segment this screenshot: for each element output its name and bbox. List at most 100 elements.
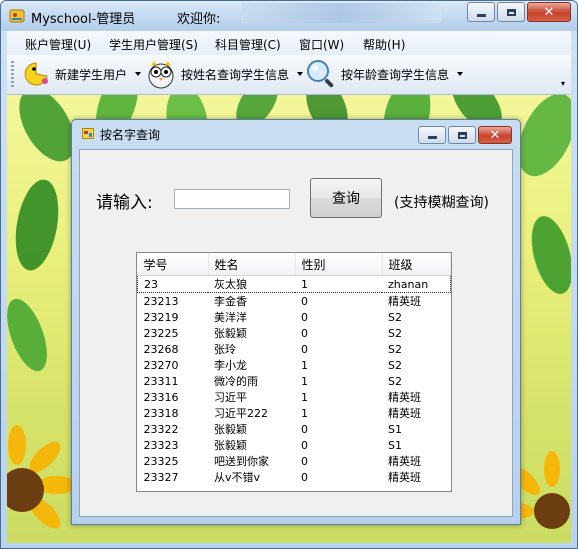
title-bar[interactable]: Myschool-管理员 欢迎你: ✕ <box>1 1 577 31</box>
cell-class[interactable]: 精英班 <box>382 389 451 405</box>
cell-id[interactable]: 23213 <box>138 293 209 310</box>
owl-icon <box>148 61 174 89</box>
column-header-class[interactable]: 班级 <box>382 253 451 276</box>
table-row[interactable]: 23270 李小龙 1 S2 <box>138 357 451 373</box>
cell-gender[interactable]: 1 <box>295 357 382 373</box>
cell-class[interactable]: zhanan <box>382 275 451 293</box>
table-body: 23 灰太狼 1 zhanan 23213 李金香 0 精英班 23219 美洋洋 0 S2 23225… <box>137 275 451 486</box>
dialog-maximize-button[interactable] <box>448 126 476 144</box>
cell-class[interactable]: 精英班 <box>382 453 451 469</box>
cell-id[interactable]: 23318 <box>138 405 209 421</box>
menu-student[interactable]: 学生用户管理(S) <box>109 36 198 53</box>
dialog-window-controls: ✕ <box>418 126 512 144</box>
cell-id[interactable]: 23311 <box>138 373 209 389</box>
cell-gender[interactable]: 1 <box>295 373 382 389</box>
cell-id[interactable]: 23322 <box>138 421 209 437</box>
close-button[interactable]: ✕ <box>527 2 571 22</box>
cell-gender[interactable]: 0 <box>295 421 382 437</box>
cell-id[interactable]: 23323 <box>138 437 209 453</box>
cell-class[interactable]: 精英班 <box>382 405 451 421</box>
cell-name[interactable]: 张毅颖 <box>208 437 295 453</box>
dialog-title: 按名字查询 <box>100 128 161 142</box>
cell-gender[interactable]: 0 <box>295 309 382 325</box>
column-header-id[interactable]: 学号 <box>137 253 209 276</box>
toolbar-grip[interactable] <box>11 61 14 89</box>
cell-name[interactable]: 微冷的雨 <box>208 373 295 389</box>
minimize-button[interactable] <box>467 2 495 22</box>
cell-id[interactable]: 23270 <box>138 357 209 373</box>
cell-id[interactable]: 23316 <box>138 389 209 405</box>
cell-id[interactable]: 23327 <box>138 469 209 485</box>
cell-name[interactable]: 张毅颖 <box>208 325 295 341</box>
cell-name[interactable]: 张玲 <box>208 341 295 357</box>
column-header-gender[interactable]: 性别 <box>295 253 383 276</box>
dialog-close-button[interactable]: ✕ <box>478 126 512 144</box>
cell-name[interactable]: 李金香 <box>208 293 295 310</box>
toolbar-overflow-icon[interactable]: ▾ <box>561 79 569 91</box>
cell-class[interactable]: S2 <box>382 309 451 325</box>
cell-class[interactable]: S1 <box>382 421 451 437</box>
search-by-age-button[interactable]: 按年龄查询学生信息 <box>305 59 464 89</box>
maximize-button[interactable] <box>497 2 525 22</box>
cell-gender[interactable]: 1 <box>295 275 382 293</box>
cell-gender[interactable]: 0 <box>295 293 382 310</box>
cell-class[interactable]: 精英班 <box>382 293 451 310</box>
cell-class[interactable]: S2 <box>382 341 451 357</box>
name-input[interactable] <box>174 189 290 209</box>
cell-name[interactable]: 从v不错v <box>208 469 295 485</box>
table-row[interactable]: 23322 张毅颖 0 S1 <box>138 421 451 437</box>
dialog-minimize-button[interactable] <box>418 126 446 144</box>
table-row[interactable]: 23327 从v不错v 0 精英班 <box>138 469 451 485</box>
cell-gender[interactable]: 0 <box>295 437 382 453</box>
new-student-button[interactable]: 新建学生用户 <box>21 59 142 89</box>
dropdown-arrow-icon[interactable] <box>297 72 304 76</box>
menu-account[interactable]: 账户管理(U) <box>25 36 91 53</box>
cell-name[interactable]: 张毅颖 <box>208 421 295 437</box>
table-row[interactable]: 23325 吧送到你家 0 精英班 <box>138 453 451 469</box>
menu-subject[interactable]: 科目管理(C) <box>215 36 281 53</box>
cell-gender[interactable]: 1 <box>295 405 382 421</box>
cell-gender[interactable]: 0 <box>295 469 382 485</box>
cell-gender[interactable]: 0 <box>295 325 382 341</box>
cell-name[interactable]: 美洋洋 <box>208 309 295 325</box>
table-row[interactable]: 23316 习近平 1 精英班 <box>138 389 451 405</box>
search-by-name-button[interactable]: 按姓名查询学生信息 <box>145 59 304 89</box>
cell-gender[interactable]: 0 <box>295 453 382 469</box>
magnifier-icon <box>307 60 334 88</box>
table-row[interactable]: 23268 张玲 0 S2 <box>138 341 451 357</box>
table-row[interactable]: 23318 习近平222 1 精英班 <box>138 405 451 421</box>
cell-id[interactable]: 23 <box>137 275 208 293</box>
cell-class[interactable]: S2 <box>382 373 451 389</box>
column-header-name[interactable]: 姓名 <box>208 253 296 276</box>
table-row[interactable]: 23311 微冷的雨 1 S2 <box>138 373 451 389</box>
cell-class[interactable]: S2 <box>382 357 451 373</box>
cell-id[interactable]: 23325 <box>138 453 209 469</box>
cell-id[interactable]: 23268 <box>138 341 209 357</box>
student-grid[interactable]: 学号 姓名 性别 班级 23 灰太狼 1 zhanan 23213 李金香 0 精英班 2321… <box>136 252 452 492</box>
welcome-user-blurred <box>241 3 441 23</box>
table-row[interactable]: 23323 张毅颖 0 S1 <box>138 437 451 453</box>
cell-name[interactable]: 吧送到你家 <box>208 453 295 469</box>
cell-name[interactable]: 李小龙 <box>208 357 295 373</box>
cell-class[interactable]: S2 <box>382 325 451 341</box>
table-row[interactable]: 23219 美洋洋 0 S2 <box>138 309 451 325</box>
cell-gender[interactable]: 1 <box>295 389 382 405</box>
maximize-icon <box>457 131 467 139</box>
cell-gender[interactable]: 0 <box>295 341 382 357</box>
query-button[interactable]: 查询 <box>310 178 382 218</box>
table-row[interactable]: 23 灰太狼 1 zhanan <box>137 275 451 293</box>
cell-name[interactable]: 习近平222 <box>208 405 295 421</box>
dropdown-arrow-icon[interactable] <box>457 72 464 76</box>
menu-window[interactable]: 窗口(W) <box>299 36 344 53</box>
cell-id[interactable]: 23219 <box>138 309 209 325</box>
dropdown-arrow-icon[interactable] <box>135 72 142 76</box>
cell-name[interactable]: 习近平 <box>208 389 295 405</box>
table-row[interactable]: 23225 张毅颖 0 S2 <box>138 325 451 341</box>
table-header-row: 学号 姓名 性别 班级 <box>137 253 451 276</box>
table-row[interactable]: 23213 李金香 0 精英班 <box>138 293 451 310</box>
cell-class[interactable]: S1 <box>382 437 451 453</box>
cell-id[interactable]: 23225 <box>138 325 209 341</box>
cell-class[interactable]: 精英班 <box>382 469 451 485</box>
menu-help[interactable]: 帮助(H) <box>363 36 405 53</box>
cell-name[interactable]: 灰太狼 <box>208 275 295 293</box>
